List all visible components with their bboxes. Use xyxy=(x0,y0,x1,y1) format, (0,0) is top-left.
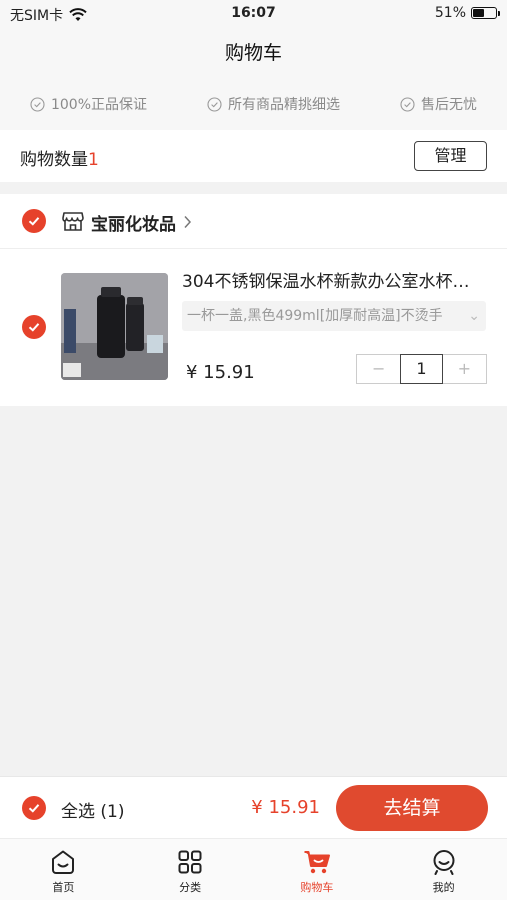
store-icon xyxy=(62,212,84,231)
select-all-label[interactable]: 全选 (1) xyxy=(61,797,124,822)
quantity-decrease-button[interactable]: − xyxy=(357,355,400,383)
battery-icon xyxy=(471,7,500,19)
cart-count-number: 1 xyxy=(88,150,99,170)
shop-select-checkbox[interactable] xyxy=(22,209,46,233)
tab-label: 购物车 xyxy=(300,881,334,894)
checkmark-icon xyxy=(28,323,40,332)
item-select-checkbox[interactable] xyxy=(22,315,46,339)
guarantee-label: 售后无忧 xyxy=(420,97,477,113)
home-icon xyxy=(52,850,75,874)
guarantee-item: 售后无忧 xyxy=(400,94,477,114)
tab-label: 我的 xyxy=(432,881,455,894)
shop-card: 宝丽化妆品 304不锈钢保温水杯新款办公室水杯礼盒套装 一杯一盖,黑色499ml… xyxy=(0,194,507,406)
chevron-right-icon xyxy=(184,215,192,229)
product-title[interactable]: 304不锈钢保温水杯新款办公室水杯礼盒套装 xyxy=(182,267,482,292)
tab-profile[interactable]: 我的 xyxy=(380,839,507,900)
tab-label: 分类 xyxy=(179,881,202,894)
tab-cart[interactable]: 购物车 xyxy=(254,839,381,900)
nav-bar: 购物车 xyxy=(0,28,507,78)
cart-icon xyxy=(304,851,330,874)
guarantee-item: 100%正品保证 xyxy=(30,94,147,114)
tab-label: 首页 xyxy=(52,881,75,894)
guarantee-label: 100%正品保证 xyxy=(50,97,148,113)
tab-home[interactable]: 首页 xyxy=(0,839,127,900)
battery-percent: 51% xyxy=(434,5,466,21)
spec-dropdown-icon: ⌄ xyxy=(468,308,480,324)
guarantee-strip: 100%正品保证 所有商品精挑细选 售后无忧 xyxy=(0,78,507,130)
checkout-button[interactable]: 去结算 xyxy=(336,785,488,831)
profile-icon xyxy=(433,850,455,875)
tab-bar: 首页 分类 购物车 我的 xyxy=(0,838,507,900)
product-thumbnail[interactable] xyxy=(61,273,168,380)
cart-count: 购物数量1 xyxy=(20,145,99,170)
cart-count-row: 购物数量1 管理 xyxy=(0,130,507,182)
total-price: ¥ 15.91 xyxy=(251,797,320,818)
quantity-input[interactable]: 1 xyxy=(400,354,443,384)
check-circle-icon xyxy=(400,96,415,112)
quantity-increase-button[interactable]: + xyxy=(443,355,486,383)
checkout-bar: 全选 (1) ¥ 15.91 去结算 xyxy=(0,776,507,838)
thermos-bottle-image xyxy=(61,273,168,380)
checkmark-icon xyxy=(28,217,40,226)
check-circle-icon xyxy=(207,96,222,112)
page-title: 购物车 xyxy=(224,42,282,64)
product-price: ¥ 15.91 xyxy=(186,362,255,383)
cart-item: 304不锈钢保温水杯新款办公室水杯礼盒套装 一杯一盖,黑色499ml[加厚耐高温… xyxy=(0,249,507,406)
tab-category[interactable]: 分类 xyxy=(127,839,254,900)
guarantee-item: 所有商品精挑细选 xyxy=(207,94,340,114)
quantity-stepper: − 1 + xyxy=(356,354,487,384)
shop-header[interactable]: 宝丽化妆品 xyxy=(0,194,507,249)
checkmark-icon xyxy=(28,804,40,813)
product-spec-text: 一杯一盖,黑色499ml[加厚耐高温]不烫手 xyxy=(187,308,443,324)
category-grid-icon xyxy=(178,850,202,874)
status-bar: 无SIM卡 16:07 51% xyxy=(0,0,507,28)
guarantee-label: 所有商品精挑细选 xyxy=(228,97,340,113)
cart-count-label: 购物数量 xyxy=(20,150,88,170)
clock: 16:07 xyxy=(231,5,276,21)
shop-name[interactable]: 宝丽化妆品 xyxy=(91,210,176,235)
select-all-checkbox[interactable] xyxy=(22,796,46,820)
check-circle-icon xyxy=(30,96,45,112)
battery-group: 51% xyxy=(434,5,500,21)
product-spec-selector[interactable]: 一杯一盖,黑色499ml[加厚耐高温]不烫手 ⌄ xyxy=(182,301,486,331)
manage-button[interactable]: 管理 xyxy=(414,141,487,171)
